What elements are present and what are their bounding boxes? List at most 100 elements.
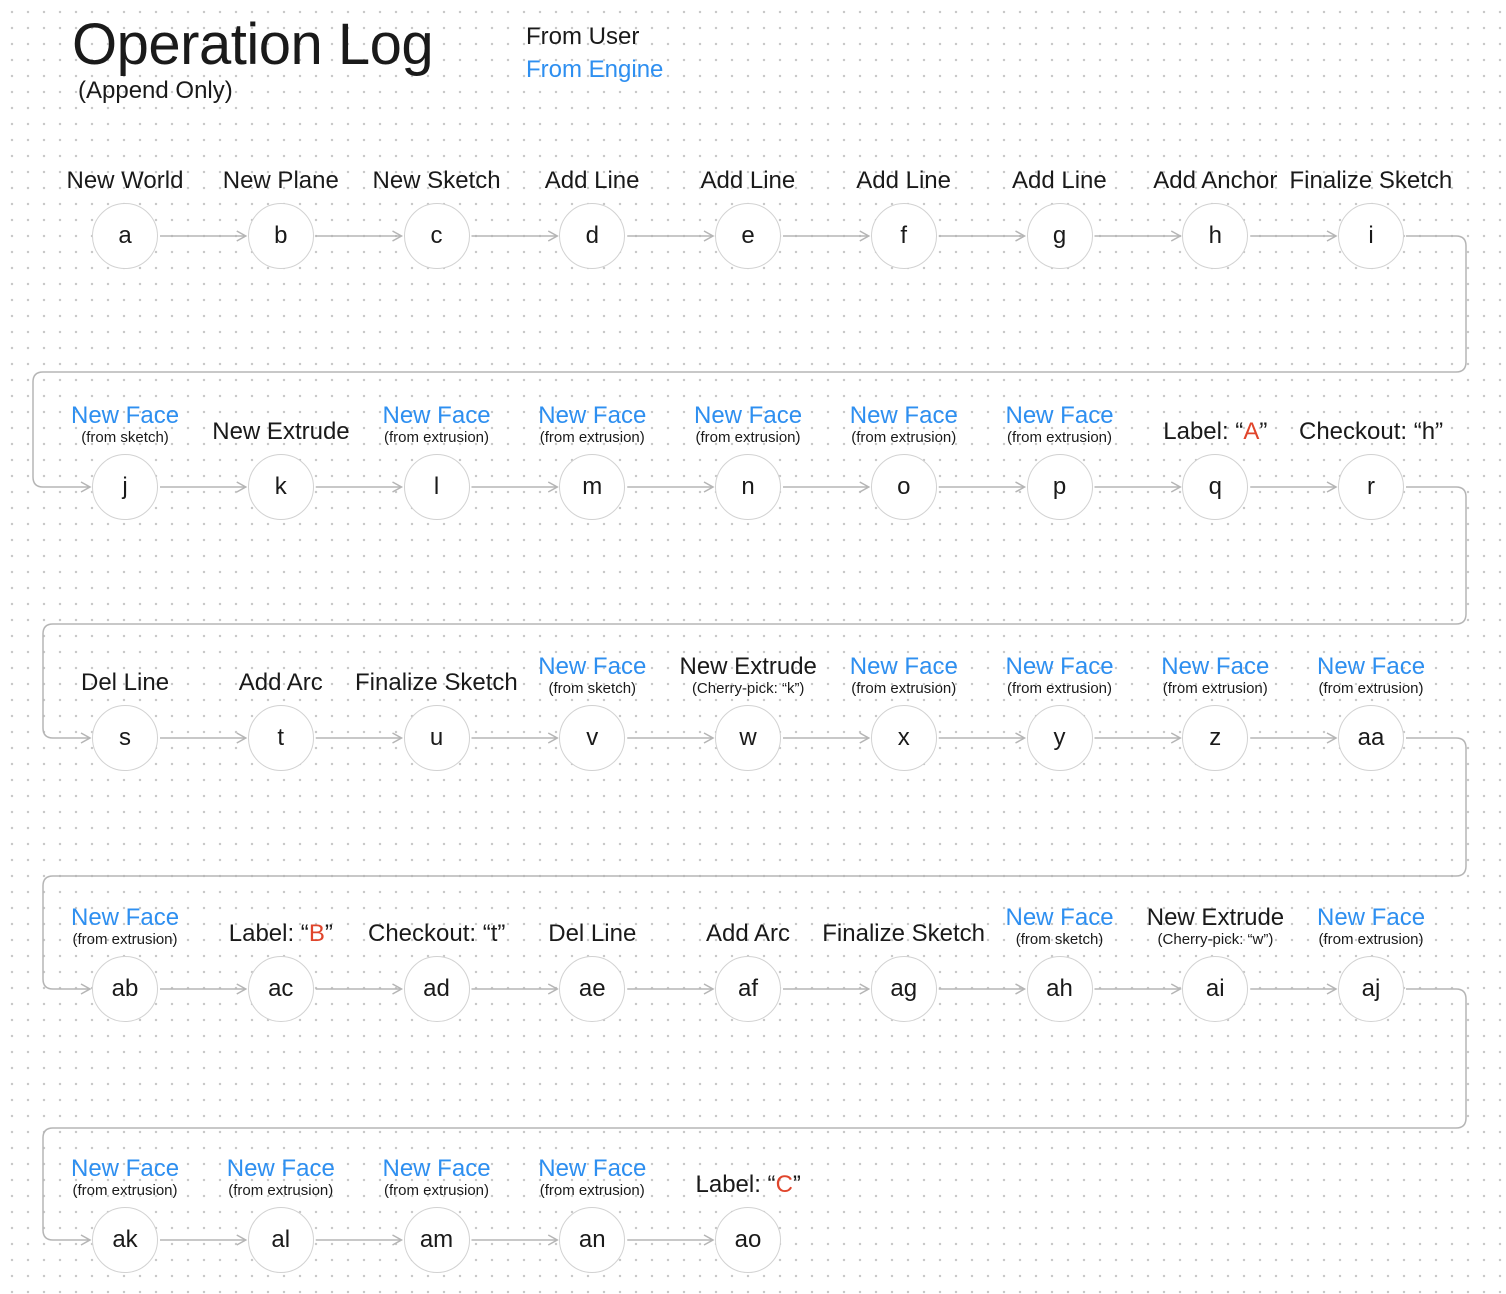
op-label-g: Add Line xyxy=(1012,167,1107,195)
op-node-t[interactable]: t xyxy=(247,705,314,771)
op-label-m: New Face (from extrusion) xyxy=(538,402,646,446)
op-node-ac[interactable]: ac xyxy=(247,956,314,1022)
op-node-f[interactable]: f xyxy=(870,203,937,269)
op-label-text: New Face xyxy=(1006,402,1114,429)
op-label-sub: (Cherry-pick: “k”) xyxy=(691,680,805,697)
op-node-u[interactable]: u xyxy=(403,705,470,771)
op-node-d[interactable]: d xyxy=(559,203,626,269)
op-label-sub: (from extrusion) xyxy=(851,680,957,697)
op-node-al[interactable]: al xyxy=(247,1207,314,1273)
op-node-ag[interactable]: ag xyxy=(870,956,937,1022)
op-label-main: Add Line xyxy=(700,167,796,194)
op-label-o: New Face (from extrusion) xyxy=(850,402,958,446)
op-node-j[interactable]: j xyxy=(92,454,158,520)
op-label-text: Finalize Sketch xyxy=(1290,167,1453,194)
op-label-text: New Face xyxy=(1161,653,1269,680)
op-node-p[interactable]: p xyxy=(1026,454,1093,520)
op-node-q[interactable]: q xyxy=(1182,454,1249,520)
op-label-a: New World xyxy=(67,167,184,195)
op-node-an[interactable]: an xyxy=(559,1207,626,1273)
op-node-n[interactable]: n xyxy=(715,454,781,520)
op-node-ak[interactable]: ak xyxy=(92,1207,158,1273)
op-label-ae: Del Line xyxy=(548,920,636,948)
op-node-x[interactable]: x xyxy=(870,705,937,771)
op-node-i[interactable]: i xyxy=(1338,203,1404,269)
op-node-z[interactable]: z xyxy=(1182,705,1249,771)
op-label-text: New Face xyxy=(1317,653,1425,680)
op-label-main: Label: “ xyxy=(1163,418,1244,445)
op-label-main: New Face xyxy=(538,402,647,429)
op-node-g[interactable]: g xyxy=(1026,203,1093,269)
op-label-sub: (from extrusion) xyxy=(851,429,957,446)
op-node-ae[interactable]: ae xyxy=(559,956,626,1022)
op-label-main: Finalize Sketch xyxy=(355,669,518,696)
op-node-l[interactable]: l xyxy=(403,454,470,520)
op-node-w[interactable]: w xyxy=(715,705,781,771)
op-label-am: New Face (from extrusion) xyxy=(383,1155,491,1199)
op-label-text: New Plane xyxy=(223,167,339,194)
op-label-main: Checkout: “t” xyxy=(368,920,506,947)
op-label-main: Del Line xyxy=(81,669,170,696)
op-node-c[interactable]: c xyxy=(403,203,470,269)
op-label-v: New Face (from sketch) xyxy=(538,653,646,697)
op-label-text: New Face xyxy=(71,1155,179,1182)
op-node-b[interactable]: b xyxy=(247,203,314,269)
op-label-main: New Face xyxy=(71,904,180,931)
op-node-am[interactable]: am xyxy=(403,1207,470,1273)
op-node-aj[interactable]: aj xyxy=(1338,956,1404,1022)
op-node-e[interactable]: e xyxy=(715,203,781,269)
row-wrap-connector xyxy=(32,235,1467,493)
op-label-text: Label: “B” xyxy=(229,920,333,947)
op-node-ai[interactable]: ai xyxy=(1182,956,1249,1022)
op-label-text: New Face xyxy=(71,904,179,931)
op-label-text: New Face xyxy=(1006,653,1114,680)
op-label-sub: (from extrusion) xyxy=(72,931,178,948)
op-label-text: New Face xyxy=(383,402,491,429)
op-node-o[interactable]: o xyxy=(870,454,937,520)
op-node-ah[interactable]: ah xyxy=(1026,956,1093,1022)
op-node-af[interactable]: af xyxy=(715,956,781,1022)
op-node-s[interactable]: s xyxy=(92,705,158,771)
op-label-sub: (from extrusion) xyxy=(72,1182,178,1199)
op-label-sub: (from extrusion) xyxy=(384,429,490,446)
op-label-highlight: C xyxy=(775,1171,793,1198)
op-node-a[interactable]: a xyxy=(92,203,158,269)
op-label-main: Add Arc xyxy=(706,920,791,947)
op-label-main: New Face xyxy=(849,653,958,680)
op-label-sub: (from extrusion) xyxy=(539,1182,645,1199)
op-node-m[interactable]: m xyxy=(559,454,626,520)
op-label-sub: (from sketch) xyxy=(1015,931,1104,948)
op-label-main: New Face xyxy=(694,402,803,429)
op-label-text: Add Arc xyxy=(239,669,323,696)
op-label-q: Label: “A” xyxy=(1163,418,1267,446)
op-label-z: New Face (from extrusion) xyxy=(1161,653,1269,697)
op-node-y[interactable]: y xyxy=(1026,705,1093,771)
op-label-main: Add Arc xyxy=(238,669,323,696)
op-node-ab[interactable]: ab xyxy=(92,956,158,1022)
op-node-h[interactable]: h xyxy=(1182,203,1249,269)
op-label-main: New Face xyxy=(849,402,958,429)
op-label-af: Add Arc xyxy=(706,920,790,948)
op-node-aa[interactable]: aa xyxy=(1338,705,1404,771)
op-node-v[interactable]: v xyxy=(559,705,626,771)
op-label-text: Add Anchor xyxy=(1153,167,1277,194)
row-wrap-connector xyxy=(42,486,1467,744)
op-label-main: New Face xyxy=(71,1155,180,1182)
op-node-ao[interactable]: ao xyxy=(715,1207,781,1273)
op-label-main: New Face xyxy=(382,402,491,429)
op-label-aa: New Face (from extrusion) xyxy=(1317,653,1425,697)
op-label-main: New Face xyxy=(538,653,647,680)
op-node-r[interactable]: r xyxy=(1338,454,1404,520)
op-label-main: Del Line xyxy=(548,920,637,947)
op-label-s: Del Line xyxy=(81,669,169,697)
op-label-text: New Sketch xyxy=(373,167,501,194)
op-label-text: New Face xyxy=(850,653,958,680)
op-label-main: New Face xyxy=(1161,653,1270,680)
op-label-ak: New Face (from extrusion) xyxy=(71,1155,179,1199)
op-node-ad[interactable]: ad xyxy=(403,956,470,1022)
op-label-text: Label: “A” xyxy=(1163,418,1267,445)
op-label-u: Finalize Sketch xyxy=(355,669,518,697)
op-label-sub: (from extrusion) xyxy=(228,1182,334,1199)
op-node-k[interactable]: k xyxy=(247,454,314,520)
op-label-sub: (from sketch) xyxy=(81,429,169,446)
